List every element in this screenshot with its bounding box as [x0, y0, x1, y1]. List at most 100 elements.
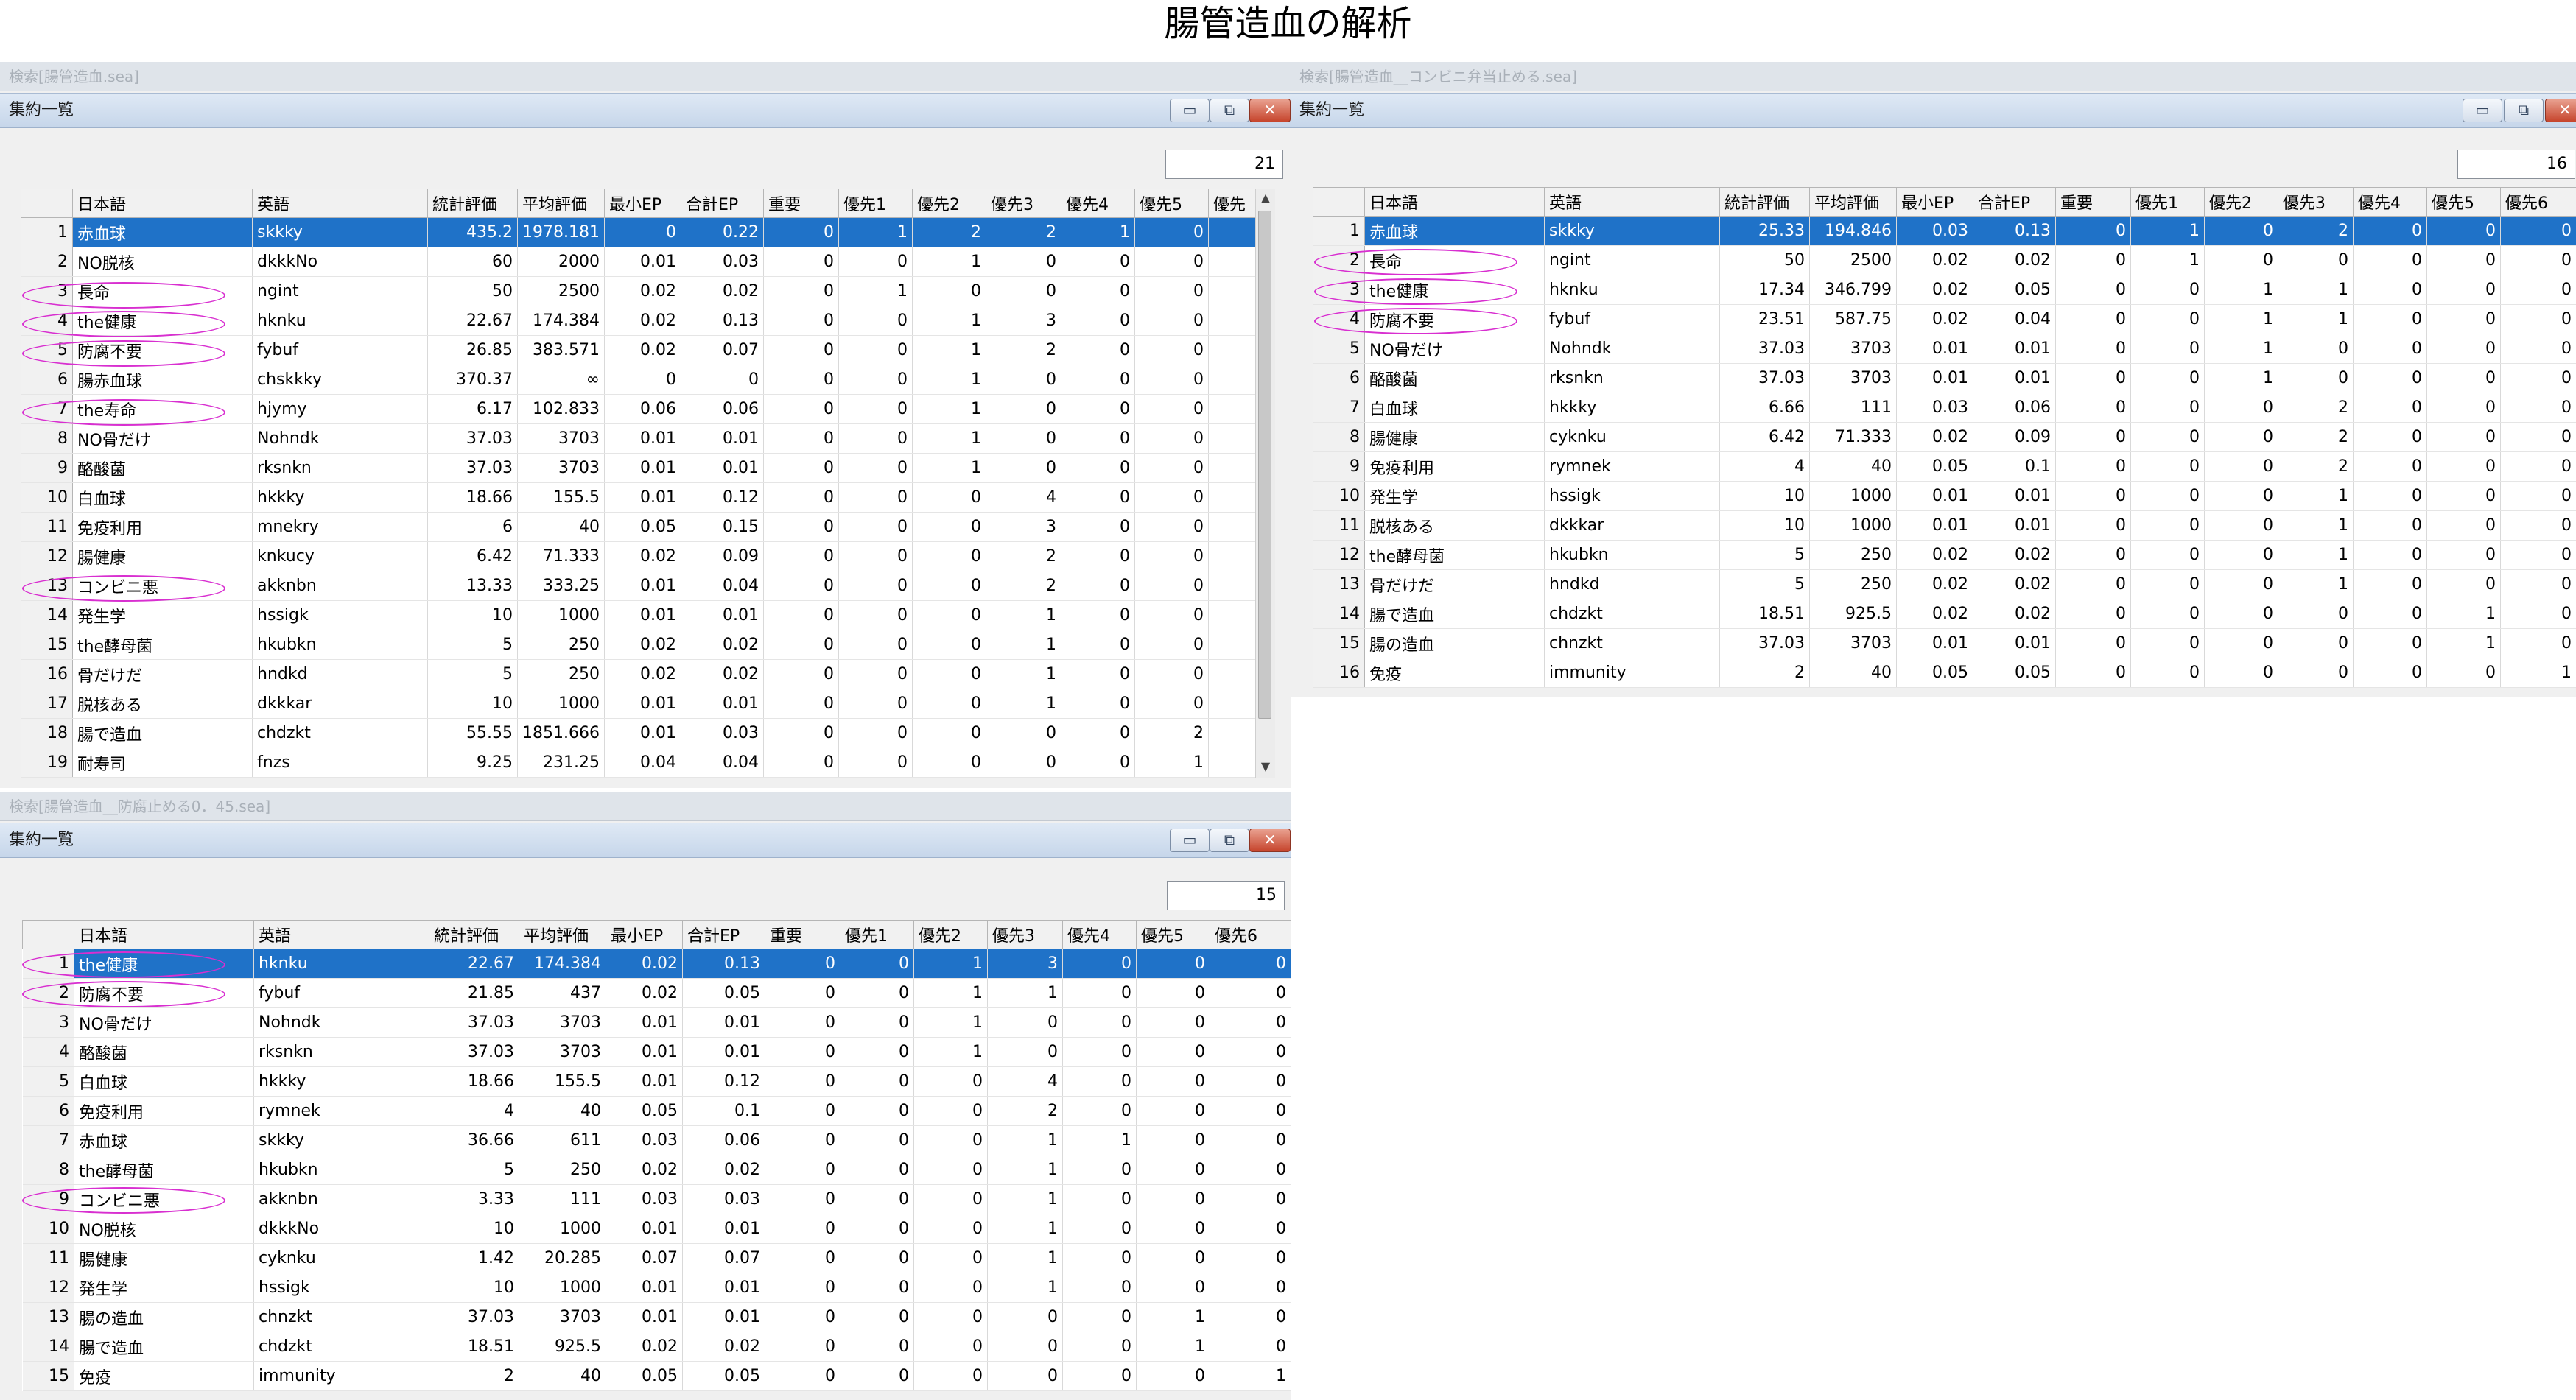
table-row[interactable]: 16 免疫 immunity 2 40 0.05 0.05 0 0 0 0 0 0 1	[1313, 658, 2576, 688]
table-row[interactable]: 3 長命 ngint 50 2500 0.02 0.02 0 1 0 0 0 0	[21, 276, 1256, 306]
table-row[interactable]: 18 腸で造血 chdzkt 55.55 1851.666 0.01 0.03 0 0 0 0 0 2	[21, 718, 1256, 748]
table-row[interactable]: 8 NO骨だけ Nohndk 37.03 3703 0.01 0.01 0 0 1 0 0 0	[21, 423, 1256, 454]
window-titlebar[interactable]: 集約一覧 ▭ ⧉ ✕	[1291, 93, 2576, 128]
table-row[interactable]: 16 骨だけだ hndkd 5 250 0.02 0.02 0 0 0 1 0 0	[21, 659, 1256, 689]
table-row[interactable]: 13 コンビニ悪 akknbn 13.33 333.25 0.01 0.04 0 0 0 2 0 0	[21, 571, 1256, 601]
restore-icon[interactable]: ⧉	[2504, 99, 2544, 122]
column-header[interactable]: 統計評価	[427, 189, 518, 218]
column-header[interactable]: 優先2	[912, 189, 986, 218]
column-header[interactable]: 優先1	[838, 189, 913, 218]
table-row[interactable]: 1 the健康 hknku 22.67 174.384 0.02 0.13 0 0 1 3 0 0 0	[22, 949, 1291, 979]
column-header[interactable]: 合計EP	[681, 189, 764, 218]
table-row[interactable]: 4 the健康 hknku 22.67 174.384 0.02 0.13 0 0 1 3 0 0	[21, 306, 1256, 336]
table-row[interactable]: 7 赤血球 skkky 36.66 611 0.03 0.06 0 0 0 1 1 0 0	[22, 1125, 1291, 1155]
table-row[interactable]: 3 the健康 hknku 17.34 346.799 0.02 0.05 0 0 1 1 0 0 0	[1313, 275, 2576, 305]
column-header[interactable]: 優先5	[1136, 920, 1210, 949]
table-row[interactable]: 9 酪酸菌 rksnkn 37.03 3703 0.01 0.01 0 0 1 0 0 0	[21, 453, 1256, 483]
column-header[interactable]: 日本語	[74, 920, 254, 949]
scroll-thumb[interactable]	[1258, 211, 1271, 719]
minimize-icon[interactable]: ▭	[2463, 99, 2502, 122]
table-row[interactable]: 13 腸の造血 chnzkt 37.03 3703 0.01 0.01 0 0 0 0 0 1 0	[22, 1302, 1291, 1332]
column-header[interactable]: 最小EP	[604, 189, 681, 218]
table-row[interactable]: 12 the酵母菌 hkubkn 5 250 0.02 0.02 0 0 0 1 0 0 0	[1313, 540, 2576, 570]
column-header[interactable]: 平均評価	[517, 189, 605, 218]
close-icon[interactable]: ✕	[1249, 99, 1291, 122]
restore-icon[interactable]: ⧉	[1210, 99, 1249, 122]
table-row[interactable]: 5 白血球 hkkky 18.66 155.5 0.01 0.12 0 0 0 4 0 0 0	[22, 1066, 1291, 1097]
table-row[interactable]: 17 脱核ある dkkkar 10 1000 0.01 0.01 0 0 0 1 0 0	[21, 689, 1256, 719]
table-row[interactable]: 6 腸赤血球 chskkky 370.37 ∞ 0 0 0 0 1 0 0 0	[21, 365, 1256, 395]
column-header[interactable]: 重要	[763, 189, 839, 218]
column-header[interactable]: 優先2	[913, 920, 988, 949]
table-row[interactable]: 1 赤血球 skkky 435.2 1978.181 0 0.22 0 1 2 2 1 0	[21, 217, 1256, 247]
column-header[interactable]: 重要	[765, 920, 840, 949]
table-row[interactable]: 14 発生学 hssigk 10 1000 0.01 0.01 0 0 0 1 0 0	[21, 600, 1256, 630]
table-row[interactable]: 2 防腐不要 fybuf 21.85 437 0.02 0.05 0 0 1 1 0 0 0	[22, 978, 1291, 1008]
column-header[interactable]: 重要	[2055, 187, 2131, 217]
column-header[interactable]: 優先6	[1210, 920, 1291, 949]
column-header[interactable]: 日本語	[1364, 187, 1545, 217]
table-row[interactable]: 11 腸健康 cyknku 1.42 20.285 0.07 0.07 0 0 0 1 0 0 0	[22, 1243, 1291, 1273]
table-row[interactable]: 8 腸健康 cyknku 6.42 71.333 0.02 0.09 0 0 0 2 0 0 0	[1313, 422, 2576, 452]
table-row[interactable]: 3 NO骨だけ Nohndk 37.03 3703 0.01 0.01 0 0 1 0 0 0 0	[22, 1007, 1291, 1038]
column-header[interactable]: 英語	[1544, 187, 1720, 217]
column-header[interactable]: 平均評価	[519, 920, 606, 949]
window-titlebar[interactable]: 集約一覧 ▭ ⧉ ✕	[0, 93, 1291, 128]
table-row[interactable]: 2 NO脱核 dkkkNo 60 2000 0.01 0.03 0 0 1 0 0 0	[21, 247, 1256, 277]
column-header[interactable]: 合計EP	[682, 920, 765, 949]
table-row[interactable]: 1 赤血球 skkky 25.33 194.846 0.03 0.13 0 1 0 2 0 0 0	[1313, 216, 2576, 246]
table-row[interactable]: 9 コンビニ悪 akknbn 3.33 111 0.03 0.03 0 0 0 1 0 0 0	[22, 1184, 1291, 1214]
column-header[interactable]: 平均評価	[1809, 187, 1897, 217]
minimize-icon[interactable]: ▭	[1170, 829, 1210, 852]
column-header[interactable]: 優先2	[2204, 187, 2278, 217]
table-row[interactable]: 12 腸健康 knkucy 6.42 71.333 0.02 0.09 0 0 0 2 0 0	[21, 541, 1256, 571]
table-row[interactable]: 14 腸で造血 chdzkt 18.51 925.5 0.02 0.02 0 0 0 0 0 1 0	[1313, 599, 2576, 629]
column-header[interactable]: 優先4	[2353, 187, 2427, 217]
table-row[interactable]: 7 the寿命 hjymy 6.17 102.833 0.06 0.06 0 0 1 0 0 0	[21, 394, 1256, 424]
window-titlebar[interactable]: 集約一覧 ▭ ⧉ ✕	[0, 823, 1291, 858]
column-header[interactable]: 優先3	[987, 920, 1063, 949]
table-row[interactable]: 11 免疫利用 mnekry 6 40 0.05 0.15 0 0 0 3 0 0	[21, 512, 1256, 542]
column-header[interactable]: 日本語	[72, 189, 253, 218]
table-row[interactable]: 4 酪酸菌 rksnkn 37.03 3703 0.01 0.01 0 0 1 0 0 0 0	[22, 1037, 1291, 1067]
column-header[interactable]: 優先	[1208, 189, 1256, 218]
table-row[interactable]: 6 免疫利用 rymnek 4 40 0.05 0.1 0 0 0 2 0 0 0	[22, 1096, 1291, 1126]
column-header[interactable]: 統計評価	[429, 920, 519, 949]
table-row[interactable]: 15 the酵母菌 hkubkn 5 250 0.02 0.02 0 0 0 1 0 0	[21, 630, 1256, 660]
column-header[interactable]: 優先5	[1134, 189, 1209, 218]
table-row[interactable]: 4 防腐不要 fybuf 23.51 587.75 0.02 0.04 0 0 1 1 0 0 0	[1313, 304, 2576, 334]
restore-icon[interactable]: ⧉	[1210, 829, 1249, 852]
column-header[interactable]: 優先3	[2278, 187, 2354, 217]
table-row[interactable]: 19 耐寿司 fnzs 9.25 231.25 0.04 0.04 0 0 0 0 0 1	[21, 748, 1256, 778]
table-row[interactable]: 15 腸の造血 chnzkt 37.03 3703 0.01 0.01 0 0 0 0 0 1 0	[1313, 628, 2576, 658]
table-row[interactable]: 10 白血球 hkkky 18.66 155.5 0.01 0.12 0 0 0 4 0 0	[21, 482, 1256, 513]
table-row[interactable]: 8 the酵母菌 hkubkn 5 250 0.02 0.02 0 0 0 1 0 0 0	[22, 1155, 1291, 1185]
table-row[interactable]: 7 白血球 hkkky 6.66 111 0.03 0.06 0 0 0 2 0 0 0	[1313, 393, 2576, 423]
table-row[interactable]: 10 発生学 hssigk 10 1000 0.01 0.01 0 0 0 1 0 0 0	[1313, 481, 2576, 511]
table-row[interactable]: 5 防腐不要 fybuf 26.85 383.571 0.02 0.07 0 0 1 2 0 0	[21, 335, 1256, 365]
table-row[interactable]: 10 NO脱核 dkkkNo 10 1000 0.01 0.01 0 0 0 1 0 0 0	[22, 1214, 1291, 1244]
column-header[interactable]: 最小EP	[606, 920, 683, 949]
column-header[interactable]: 優先4	[1061, 189, 1135, 218]
column-header[interactable]: 優先3	[986, 189, 1061, 218]
table-row[interactable]: 15 免疫 immunity 2 40 0.05 0.05 0 0 0 0 0 0 1	[22, 1361, 1291, 1391]
table-row[interactable]: 12 発生学 hssigk 10 1000 0.01 0.01 0 0 0 1 0 0 0	[22, 1273, 1291, 1303]
vertical-scrollbar[interactable]: ▲ ▼	[1255, 189, 1275, 778]
column-header[interactable]: 優先5	[2426, 187, 2501, 217]
table-row[interactable]: 6 酪酸菌 rksnkn 37.03 3703 0.01 0.01 0 0 1 0 0 0 0	[1313, 363, 2576, 393]
column-header[interactable]: 優先6	[2500, 187, 2576, 217]
table-row[interactable]: 13 骨だけだ hndkd 5 250 0.02 0.02 0 0 0 1 0 0 0	[1313, 569, 2576, 599]
column-header[interactable]: 優先4	[1062, 920, 1137, 949]
table-row[interactable]: 9 免疫利用 rymnek 4 40 0.05 0.1 0 0 0 2 0 0 0	[1313, 451, 2576, 482]
column-header[interactable]: 英語	[252, 189, 428, 218]
table-row[interactable]: 5 NO骨だけ Nohndk 37.03 3703 0.01 0.01 0 0 1 0 0 0 0	[1313, 334, 2576, 364]
scroll-up-icon[interactable]: ▲	[1256, 189, 1275, 208]
column-header[interactable]: 英語	[253, 920, 429, 949]
column-header[interactable]: 最小EP	[1896, 187, 1973, 217]
table-row[interactable]: 14 腸で造血 chdzkt 18.51 925.5 0.02 0.02 0 0 0 0 0 1 0	[22, 1332, 1291, 1362]
column-header[interactable]: 優先1	[840, 920, 914, 949]
table-row[interactable]: 11 脱核ある dkkkar 10 1000 0.01 0.01 0 0 0 1 0 0 0	[1313, 510, 2576, 541]
scroll-down-icon[interactable]: ▼	[1256, 757, 1275, 776]
column-header[interactable]: 統計評価	[1719, 187, 1810, 217]
column-header[interactable]: 優先1	[2130, 187, 2205, 217]
